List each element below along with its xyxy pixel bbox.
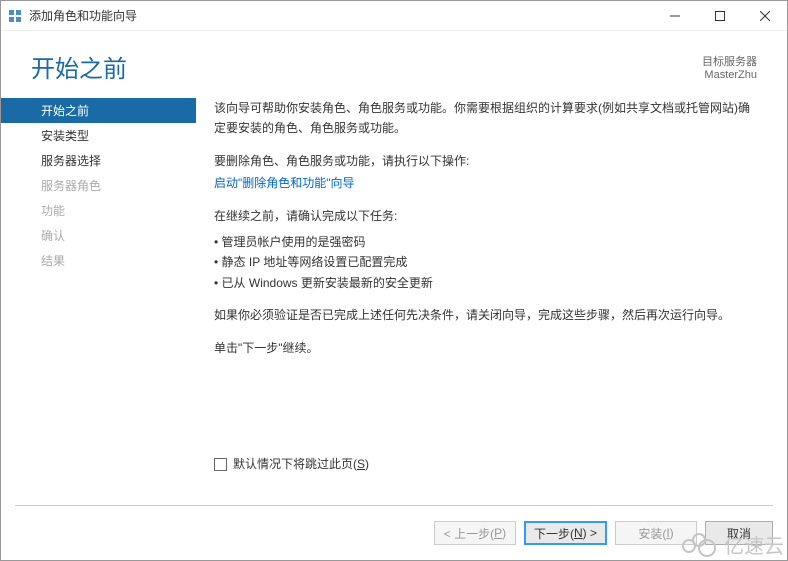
skip-option[interactable]: 默认情况下将跳过此页(S)	[214, 454, 757, 474]
next-hint: 单击"下一步"继续。	[214, 338, 757, 358]
sidebar-item-label: 确认	[41, 229, 65, 243]
content: 该向导可帮助你安装角色、角色服务或功能。你需要根据组织的计算要求(例如共享文档或…	[196, 92, 787, 501]
remove-wizard-link[interactable]: 启动"删除角色和功能"向导	[214, 176, 355, 190]
minimize-button[interactable]	[652, 1, 697, 31]
task-item: 静态 IP 地址等网络设置已配置完成	[214, 252, 757, 272]
task-list: 管理员帐户使用的是强密码 静态 IP 地址等网络设置已配置完成 已从 Windo…	[214, 232, 757, 293]
sidebar-item-label: 开始之前	[41, 104, 89, 118]
sidebar-item-label: 服务器选择	[41, 154, 101, 168]
task-item: 已从 Windows 更新安装最新的安全更新	[214, 273, 757, 293]
close-button[interactable]	[742, 1, 787, 31]
sidebar-item-results: 结果	[1, 248, 196, 273]
close-icon	[760, 11, 770, 21]
window-title: 添加角色和功能向导	[29, 7, 137, 24]
next-button[interactable]: 下一步(N) >	[524, 521, 607, 545]
sidebar-item-features: 功能	[1, 198, 196, 223]
sidebar-item-label: 安装类型	[41, 129, 89, 143]
target-server-name: MasterZhu	[702, 69, 757, 81]
sidebar-item-label: 结果	[41, 254, 65, 268]
previous-button: < 上一步(P)	[434, 521, 516, 545]
sidebar-item-before-you-begin[interactable]: 开始之前	[1, 98, 196, 123]
skip-checkbox[interactable]	[214, 458, 227, 471]
wizard-window: 添加角色和功能向导 开始之前 目标服务器 MasterZhu 开始之前 安装类型…	[0, 0, 788, 561]
app-icon	[7, 8, 23, 24]
sidebar-item-confirm: 确认	[1, 223, 196, 248]
target-server-box: 目标服务器 MasterZhu	[702, 53, 757, 81]
minimize-icon	[670, 11, 680, 21]
verify-text: 如果你必须验证是否已完成上述任何先决条件，请关闭向导，完成这些步骤，然后再次运行…	[214, 305, 757, 325]
sidebar-item-label: 服务器角色	[41, 179, 101, 193]
page-title: 开始之前	[31, 49, 702, 84]
install-button: 安装(I)	[615, 521, 697, 545]
target-server-label: 目标服务器	[702, 53, 757, 69]
sidebar-item-server-roles: 服务器角色	[1, 173, 196, 198]
body: 开始之前 安装类型 服务器选择 服务器角色 功能 确认 结果 该向导可帮助你安装…	[1, 92, 787, 501]
remove-hint: 要删除角色、角色服务或功能，请执行以下操作:	[214, 151, 757, 171]
sidebar: 开始之前 安装类型 服务器选择 服务器角色 功能 确认 结果	[1, 92, 196, 501]
skip-label: 默认情况下将跳过此页(S)	[233, 454, 369, 474]
titlebar: 添加角色和功能向导	[1, 1, 787, 31]
sidebar-item-install-type[interactable]: 安装类型	[1, 123, 196, 148]
tasks-hint: 在继续之前，请确认完成以下任务:	[214, 206, 757, 226]
sidebar-item-label: 功能	[41, 204, 65, 218]
maximize-icon	[715, 11, 725, 21]
sidebar-item-server-selection[interactable]: 服务器选择	[1, 148, 196, 173]
intro-text: 该向导可帮助你安装角色、角色服务或功能。你需要根据组织的计算要求(例如共享文档或…	[214, 98, 757, 139]
maximize-button[interactable]	[697, 1, 742, 31]
footer: < 上一步(P) 下一步(N) > 安装(I) 取消	[1, 506, 787, 560]
task-item: 管理员帐户使用的是强密码	[214, 232, 757, 252]
cancel-button[interactable]: 取消	[705, 521, 773, 545]
header: 开始之前 目标服务器 MasterZhu	[1, 31, 787, 92]
